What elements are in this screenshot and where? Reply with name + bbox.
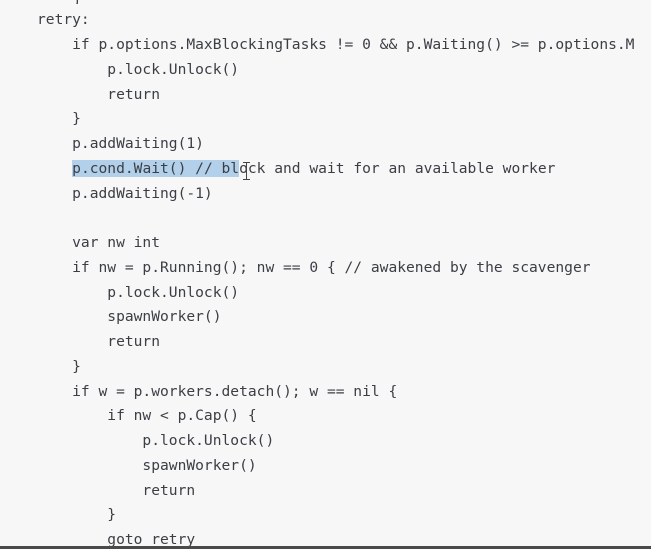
code-line-3[interactable]: p.lock.Unlock() bbox=[37, 58, 239, 82]
code-editor[interactable]: } retry: if p.options.MaxBlockingTasks !… bbox=[0, 0, 651, 549]
code-line-14[interactable]: return bbox=[37, 330, 160, 354]
code-line-21[interactable]: } bbox=[37, 503, 116, 527]
code-line-10[interactable]: var nw int bbox=[37, 231, 160, 255]
code-line-20[interactable]: return bbox=[37, 479, 195, 503]
code-line-1[interactable]: retry: bbox=[37, 8, 90, 32]
text-selection[interactable]: p.cond.Wait() // bl bbox=[72, 160, 240, 177]
code-line-17[interactable]: if nw < p.Cap() { bbox=[37, 404, 256, 428]
code-line-12[interactable]: p.lock.Unlock() bbox=[37, 281, 239, 305]
code-line-16[interactable]: if w = p.workers.detach(); w == nil { bbox=[37, 380, 397, 404]
code-line-15[interactable]: } bbox=[37, 355, 81, 379]
code-line-6[interactable]: p.addWaiting(1) bbox=[37, 132, 204, 156]
code-line-13[interactable]: spawnWorker() bbox=[37, 305, 221, 329]
code-line-2[interactable]: if p.options.MaxBlockingTasks != 0 && p.… bbox=[37, 33, 634, 57]
text-cursor-icon bbox=[243, 162, 250, 180]
line-remainder: ock and wait for an available worker bbox=[239, 160, 556, 177]
previous-closing-brace: } bbox=[73, 0, 82, 4]
code-line-5[interactable]: } bbox=[37, 107, 81, 131]
code-line-4[interactable]: return bbox=[37, 83, 160, 107]
code-line-7-selected[interactable]: p.cond.Wait() // block and wait for an a… bbox=[37, 157, 555, 181]
code-line-11[interactable]: if nw = p.Running(); nw == 0 { // awaken… bbox=[37, 256, 590, 280]
code-line-18[interactable]: p.lock.Unlock() bbox=[37, 429, 274, 453]
code-line-8[interactable]: p.addWaiting(-1) bbox=[37, 182, 213, 206]
code-line-19[interactable]: spawnWorker() bbox=[37, 454, 256, 478]
